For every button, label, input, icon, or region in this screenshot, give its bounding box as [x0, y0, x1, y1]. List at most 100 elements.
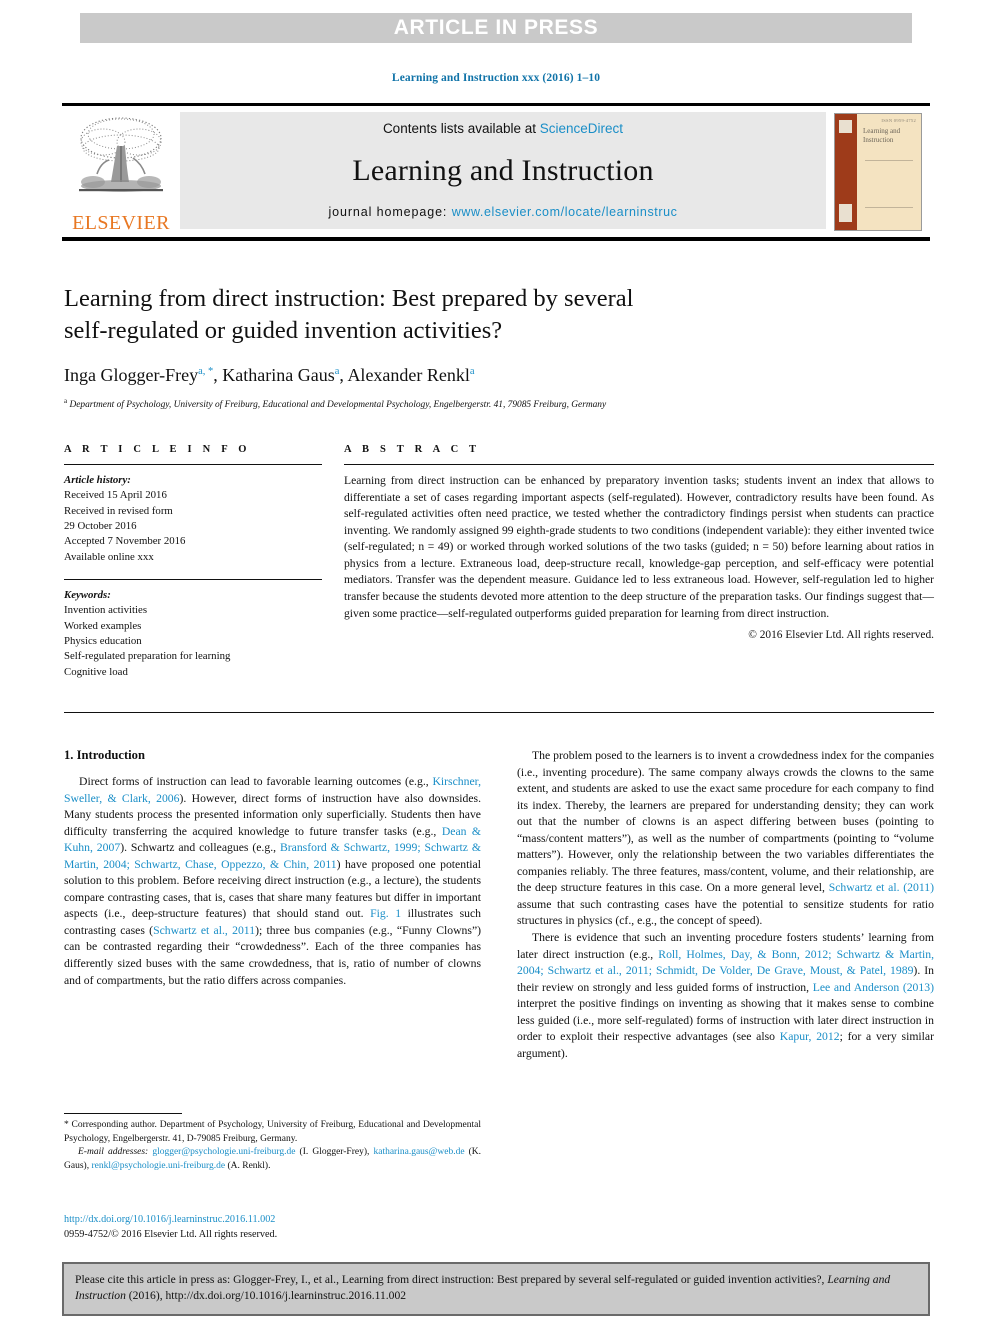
- cover-spine: [835, 113, 857, 230]
- cite-text: Please cite this article in press as: Gl…: [75, 1272, 917, 1304]
- cover-spine-logo-bottom: [839, 203, 852, 222]
- history-item: Accepted 7 November 2016: [64, 535, 186, 548]
- sciencedirect-link[interactable]: ScienceDirect: [540, 121, 623, 136]
- title-line-1: Learning from direct instruction: Best p…: [64, 285, 634, 312]
- citation-link[interactable]: Kapur, 2012: [780, 1030, 840, 1043]
- keywords-rule: [64, 578, 322, 580]
- body-column-right: The problem posed to the learners is to …: [517, 748, 934, 1062]
- abstract-column: A B S T R A C T Learning from direct ins…: [344, 444, 934, 680]
- journal-homepage-link[interactable]: www.elsevier.com/locate/learninstruc: [452, 205, 678, 219]
- article-info-heading: A R T I C L E I N F O: [64, 444, 251, 455]
- cover-face: ISSN 0959-4752 Learning and Instruction: [857, 114, 921, 230]
- footnote-block: * Corresponding author. Department of Ps…: [64, 1113, 481, 1174]
- running-head: Learning and Instruction xxx (2016) 1–10: [391, 72, 601, 84]
- email-addresses-label: E-mail addresses:: [78, 1147, 149, 1158]
- article-history: Article history: Received 15 April 2016 …: [64, 473, 322, 565]
- affiliation: a Department of Psychology, University o…: [64, 397, 934, 412]
- abstract-heading: A B S T R A C T: [344, 444, 481, 455]
- email-owner: (A. Renkl): [227, 1161, 269, 1172]
- abstract-copyright: © 2016 Elsevier Ltd. All rights reserved…: [748, 629, 934, 642]
- contents-line: Contents lists available at ScienceDirec…: [383, 121, 623, 136]
- cite-suffix: (2016), http://dx.doi.org/10.1016/j.lear…: [125, 1289, 407, 1303]
- author-name-2: Alexander Renkl: [347, 364, 470, 385]
- doi-block: http://dx.doi.org/10.1016/j.learninstruc…: [64, 1213, 481, 1243]
- elsevier-wordmark: ELSEVIER: [72, 212, 170, 234]
- journal-cover-thumbnail: ISSN 0959-4752 Learning and Instruction: [834, 112, 922, 231]
- contents-prefix: Contents lists available at: [382, 121, 540, 136]
- paragraph: The problem posed to the learners is to …: [517, 748, 934, 930]
- corresponding-author-note: * Corresponding author. Department of Ps…: [64, 1119, 481, 1146]
- paragraph-text: Direct forms of instruction can lead to …: [79, 775, 433, 788]
- footnote-rule: [64, 1113, 182, 1114]
- abstract-text: Learning from direct instruction can be …: [344, 474, 934, 620]
- info-abstract-block: A R T I C L E I N F O Article history: R…: [64, 444, 934, 680]
- elsevier-tree-icon: [79, 117, 163, 192]
- email-link[interactable]: katharina.gaus@web.de: [373, 1147, 464, 1157]
- title-line-2: self-regulated or guided invention activ…: [64, 316, 503, 344]
- journal-cover-block: ISSN 0959-4752 Learning and Instruction: [826, 106, 930, 237]
- author-name-1: Katharina Gaus: [222, 364, 335, 385]
- article-info-rule: [64, 464, 322, 465]
- article-page: ARTICLE IN PRESS Learning and Instructio…: [0, 0, 992, 1323]
- citation-link[interactable]: Fig. 1: [370, 907, 401, 920]
- journal-homepage-line: journal homepage: www.elsevier.com/locat…: [328, 205, 677, 219]
- citation-link[interactable]: Lee and Anderson (2013): [813, 981, 934, 994]
- paragraph: There is evidence that such an inventing…: [517, 930, 934, 1062]
- history-item: Received in revised form: [64, 504, 173, 517]
- citation-link[interactable]: Schwartz et al. (2011): [829, 881, 934, 894]
- keywords-block: Keywords: Invention activities Worked ex…: [64, 588, 322, 680]
- article-in-press-label: ARTICLE IN PRESS: [393, 16, 599, 39]
- homepage-prefix: journal homepage:: [328, 205, 452, 219]
- author-sep-0: ,: [213, 364, 223, 385]
- cite-this-article-box: Please cite this article in press as: Gl…: [62, 1262, 930, 1317]
- cite-prefix: Please cite this article in press as: Gl…: [75, 1273, 828, 1286]
- body-column-left: 1. Introduction Direct forms of instruct…: [64, 748, 481, 1062]
- citation-link[interactable]: Schwartz et al., 2011: [153, 924, 255, 937]
- masthead-center: Contents lists available at ScienceDirec…: [180, 112, 826, 229]
- cover-rule-bottom: [865, 206, 913, 208]
- journal-masthead: ELSEVIER Contents lists available at Sci…: [62, 103, 930, 241]
- paragraph: Direct forms of instruction can lead to …: [64, 774, 481, 989]
- email-owner: (I. Glogger-Frey): [299, 1147, 368, 1158]
- cover-rule-top: [865, 159, 913, 161]
- paragraph-text: ). Schwartz and colleagues (e.g.,: [120, 841, 280, 855]
- history-item: Available online xxx: [64, 550, 154, 563]
- email-addresses-note: E-mail addresses: glogger@psychologie.un…: [64, 1147, 482, 1172]
- cover-title-line1: Learning and: [863, 126, 901, 135]
- corresponding-text: Corresponding author. Department of Psyc…: [64, 1120, 481, 1144]
- page-title: Learning from direct instruction: Best p…: [64, 283, 934, 347]
- elsevier-logo: ELSEVIER: [62, 106, 180, 237]
- article-history-label: Article history:: [64, 474, 131, 486]
- cover-title: Learning and Instruction: [863, 127, 916, 146]
- article-in-press-banner: ARTICLE IN PRESS: [80, 13, 912, 43]
- paragraph-text: assume that such contrasting cases have …: [517, 897, 934, 928]
- title-zone: Learning from direct instruction: Best p…: [64, 283, 934, 412]
- affiliation-text: Department of Psychology, University of …: [69, 400, 607, 411]
- article-info-column: A R T I C L E I N F O Article history: R…: [64, 444, 322, 680]
- cover-spine-logo-top: [839, 119, 852, 133]
- history-item: 29 October 2016: [64, 519, 137, 532]
- keyword-item: Cognitive load: [64, 665, 128, 678]
- affiliation-mark: a: [64, 397, 68, 406]
- keyword-item: Invention activities: [64, 604, 148, 617]
- author-name-0: Inga Glogger-Frey: [64, 364, 199, 385]
- body-columns: 1. Introduction Direct forms of instruct…: [64, 748, 934, 1062]
- keywords-label: Keywords:: [64, 588, 111, 601]
- author-mark-0: a, *: [198, 365, 214, 377]
- paragraph-text: The problem posed to the learners is to …: [517, 749, 934, 895]
- cover-title-line2: Instruction: [863, 135, 894, 144]
- email-link[interactable]: renkl@psychologie.uni-freiburg.de: [91, 1161, 225, 1171]
- corresponding-mark: *: [64, 1120, 69, 1130]
- keyword-item: Worked examples: [64, 619, 142, 632]
- section-heading-introduction: 1. Introduction: [64, 748, 145, 762]
- doi-link[interactable]: http://dx.doi.org/10.1016/j.learninstruc…: [64, 1213, 481, 1228]
- keyword-item: Physics education: [64, 634, 142, 647]
- issn-copyright-line: 0959-4752/© 2016 Elsevier Ltd. All right…: [64, 1228, 278, 1240]
- cover-issn: ISSN 0959-4752: [881, 117, 916, 123]
- journal-title: Learning and Instruction: [352, 153, 654, 187]
- keyword-item: Self-regulated preparation for learning: [64, 650, 231, 663]
- email-link[interactable]: glogger@psychologie.uni-freiburg.de: [152, 1147, 295, 1157]
- author-mark-2: a: [469, 365, 475, 377]
- history-item: Received 15 April 2016: [64, 489, 167, 502]
- abstract-rule: [344, 464, 934, 465]
